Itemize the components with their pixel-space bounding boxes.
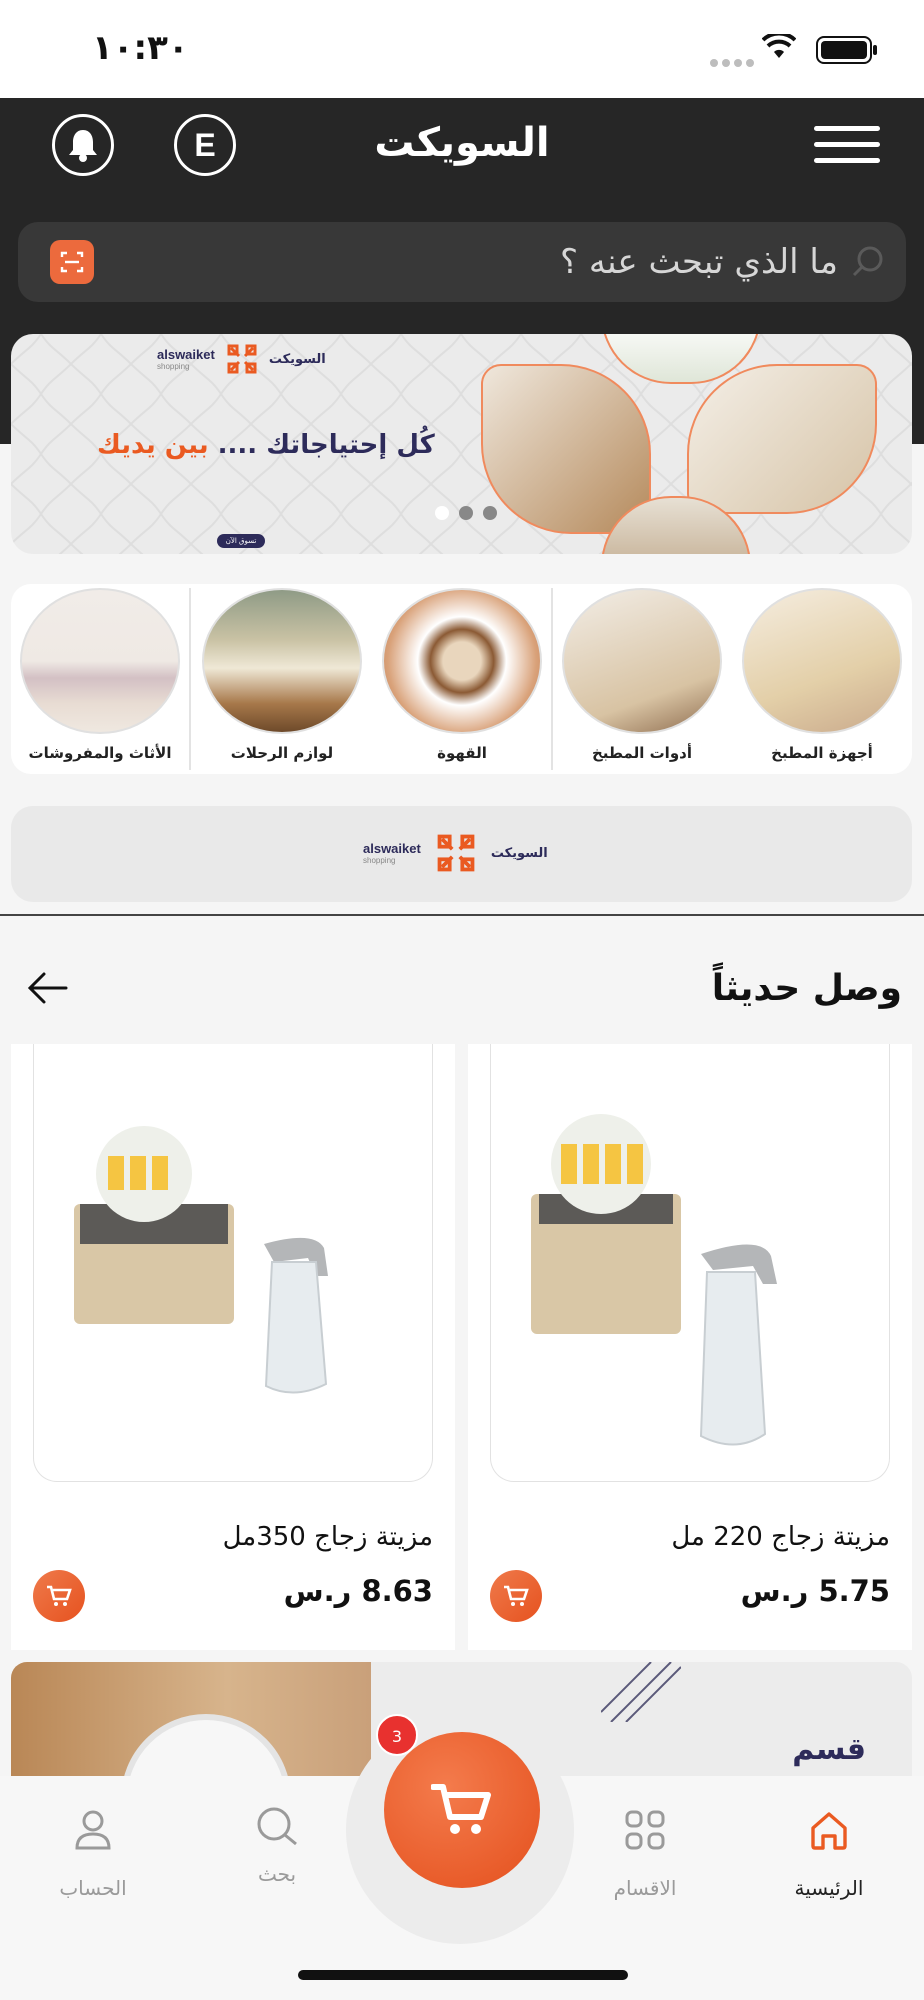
cart-fab-button[interactable] [384,1732,540,1888]
home-indicator [298,1970,628,1980]
arrow-left-icon[interactable] [26,966,70,1010]
product-card[interactable]: مزيتة زجاج 220 مل 5.75 ر.س [468,1044,912,1650]
product-name: مزيتة زجاج 350مل [222,1522,433,1552]
app-screen: ١٠:٣٠ السويكت E ما الذي تبحث عنه ؟ alswa… [0,0,924,2000]
banner-slogan: كُل إحتياجاتك .... بين يديك [97,430,435,460]
brand-banner[interactable]: alswaiket shopping السويكت [11,806,912,902]
glass-syrup-dispenser-image [74,1126,328,1394]
stripes-decoration [601,1662,681,1722]
cart-icon [47,1585,72,1606]
search-bar[interactable]: ما الذي تبحث عنه ؟ [18,222,906,302]
cart-icon [431,1784,491,1834]
nav-search[interactable]: بحث [212,1802,342,1886]
divider [189,588,191,770]
add-to-cart-button[interactable] [490,1570,542,1622]
shop-now-button[interactable]: تسوق الآن [217,534,265,548]
status-time: ١٠:٣٠ [92,28,189,68]
carousel-dot[interactable] [483,506,497,520]
nav-label: الاقسام [613,1876,677,1900]
barcode-scan-button[interactable] [50,240,94,284]
product-price: 5.75 ر.س [740,1574,890,1608]
brand-name-ar: السويكت [490,845,548,861]
product-price: 8.63 ر.س [283,1574,433,1608]
grid-icon [625,1810,665,1850]
language-button[interactable]: E [174,114,236,176]
bell-icon [69,130,97,162]
brand-name-ar: السويكت [268,351,326,367]
kitchen-appliances-image [742,588,902,734]
categories-strip: أجهزة المطبخ أدوات المطبخ القهوة لوازم ا… [11,584,912,774]
search-icon [257,1807,297,1846]
wifi-icon [762,34,796,58]
nav-label: الحساب [59,1876,127,1900]
new-arrivals-title: وصل حديثاً [711,968,902,1009]
banner-brand: alswaiket shopping السويكت [157,344,326,374]
notifications-button[interactable] [52,114,114,176]
category-kitchen-tools[interactable]: أدوات المطبخ [559,588,725,774]
product-name: مزيتة زجاج 220 مل [671,1522,890,1552]
status-bar: ١٠:٣٠ [0,0,924,98]
section-divider [0,914,924,916]
brand-tagline-en: shopping [363,856,396,865]
category-label: الأثاث والمفروشات [28,744,172,762]
brand-logo-icon [227,344,257,374]
category-furniture[interactable]: الأثاث والمفروشات [17,588,183,774]
search-placeholder: ما الذي تبحث عنه ؟ [560,242,838,282]
signal-icon [710,52,758,71]
nav-home[interactable]: الرئيسية [764,1806,894,1900]
promo-heading: قسم [792,1732,866,1767]
camping-image [202,588,362,734]
product-image[interactable] [33,1044,433,1482]
carousel-indicator[interactable] [435,506,497,520]
brand-name-en: alswaiket [363,841,421,856]
divider [551,588,553,770]
home-icon [811,1812,847,1850]
category-label: لوازم الرحلات [230,744,334,762]
glass-syrup-dispenser-image [531,1114,777,1446]
nav-categories[interactable]: الاقسام [580,1806,710,1900]
coffee-image [382,588,542,734]
slogan-part-2: بين يديك [97,430,209,460]
product-image[interactable] [490,1044,890,1482]
product-card[interactable]: مزيتة زجاج 350مل 8.63 ر.س [11,1044,455,1650]
banner-brand: alswaiket shopping السويكت [363,834,548,872]
cart-icon [504,1585,529,1606]
carousel-dot[interactable] [435,506,449,520]
search-icon [852,246,883,277]
kitchen-tools-image [562,588,722,734]
category-kitchen-appliances[interactable]: أجهزة المطبخ [739,588,905,774]
category-label: أجهزة المطبخ [771,744,873,762]
brand-logo-icon [437,834,475,872]
furniture-image [20,588,180,734]
app-title: السويكت [374,120,550,166]
nav-account[interactable]: الحساب [28,1806,158,1900]
hero-banner[interactable]: alswaiket shopping السويكت كُل إحتياجاتك… [11,334,912,554]
category-label: القهوة [437,744,487,762]
battery-icon [816,36,877,64]
category-coffee[interactable]: القهوة [379,588,545,774]
nav-label: بحث [257,1862,297,1886]
slogan-part-1: كُل إحتياجاتك .... [217,430,435,460]
carousel-dot[interactable] [459,506,473,520]
category-label: أدوات المطبخ [592,744,692,762]
nav-label: الرئيسية [794,1876,864,1900]
add-to-cart-button[interactable] [33,1570,85,1622]
scan-icon [60,251,84,273]
cart-count-badge: 3 [376,1714,418,1756]
brand-name-en: alswaiket [157,347,215,362]
category-camping[interactable]: لوازم الرحلات [199,588,365,774]
user-icon [75,1810,111,1850]
brand-tagline-en: shopping [157,362,190,371]
